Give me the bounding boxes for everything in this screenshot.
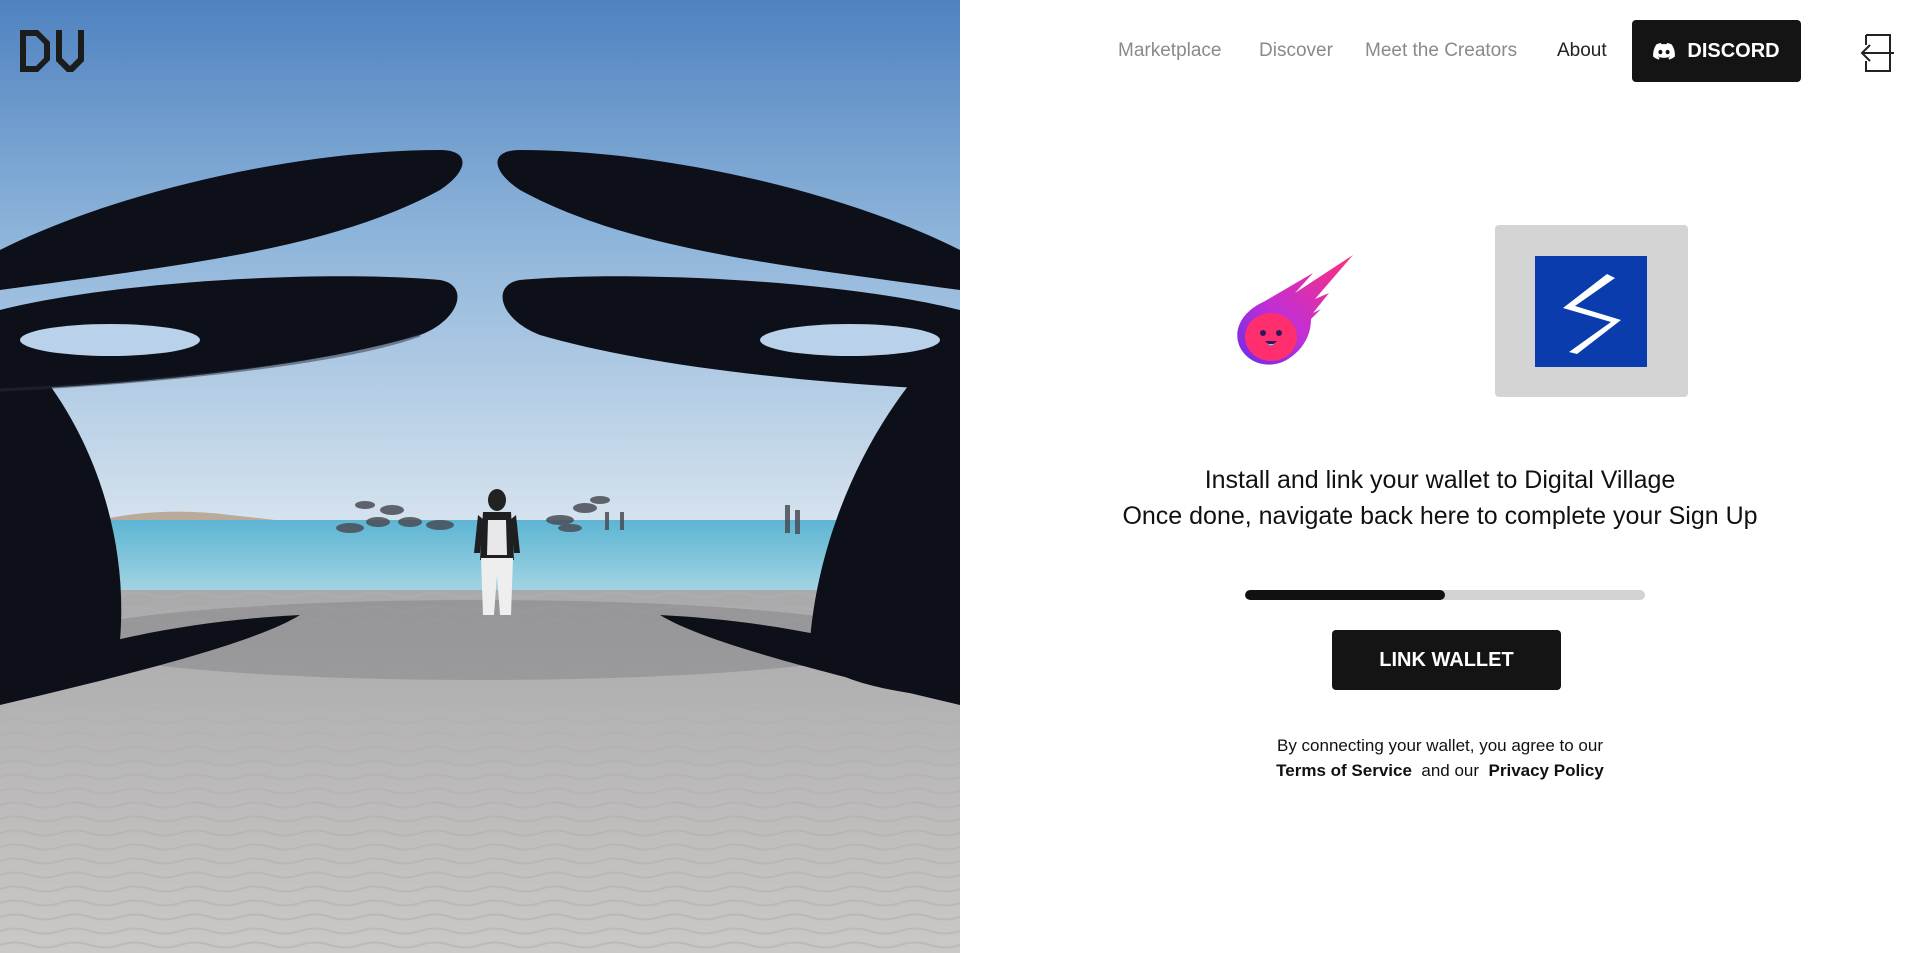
link-wallet-button[interactable]: LINK WALLET: [1332, 630, 1561, 690]
instruction-line-2: Once done, navigate back here to complet…: [1122, 502, 1758, 530]
dv-logo[interactable]: [18, 28, 92, 74]
wallet-options: [960, 225, 1920, 400]
discord-icon: [1653, 42, 1676, 60]
terms-of-service-link[interactable]: Terms of Service: [1276, 761, 1412, 780]
login-icon[interactable]: [1856, 33, 1896, 73]
hero-scene: [0, 0, 960, 953]
privacy-policy-link[interactable]: Privacy Policy: [1489, 761, 1604, 780]
nav-marketplace[interactable]: Marketplace: [1118, 40, 1222, 62]
legal-and: and our: [1421, 761, 1480, 780]
nav-about[interactable]: About: [1557, 40, 1607, 62]
meteor-wallet-icon[interactable]: [1225, 253, 1355, 373]
s-wallet-icon: [1535, 256, 1647, 367]
legal-links: Terms of Service and our Privacy Policy: [960, 758, 1920, 783]
signup-progress-bar: [1245, 590, 1645, 600]
wallet-instructions: Install and link your wallet to Digital …: [960, 462, 1920, 534]
legal-notice: By connecting your wallet, you agree to …: [960, 733, 1920, 783]
legal-text: By connecting your wallet, you agree to …: [1276, 736, 1604, 755]
discord-button[interactable]: DISCORD: [1632, 20, 1801, 82]
discord-label: DISCORD: [1687, 39, 1780, 62]
instruction-line-1: Install and link your wallet to Digital …: [1204, 466, 1676, 494]
hero-image: [0, 0, 960, 953]
nav-meet-the-creators[interactable]: Meet the Creators: [1365, 40, 1517, 62]
signup-panel: Marketplace Discover Meet the Creators A…: [960, 0, 1920, 953]
nav-discover[interactable]: Discover: [1259, 40, 1333, 62]
s-wallet-tile[interactable]: [1495, 225, 1688, 397]
signup-progress-fill: [1245, 590, 1445, 600]
